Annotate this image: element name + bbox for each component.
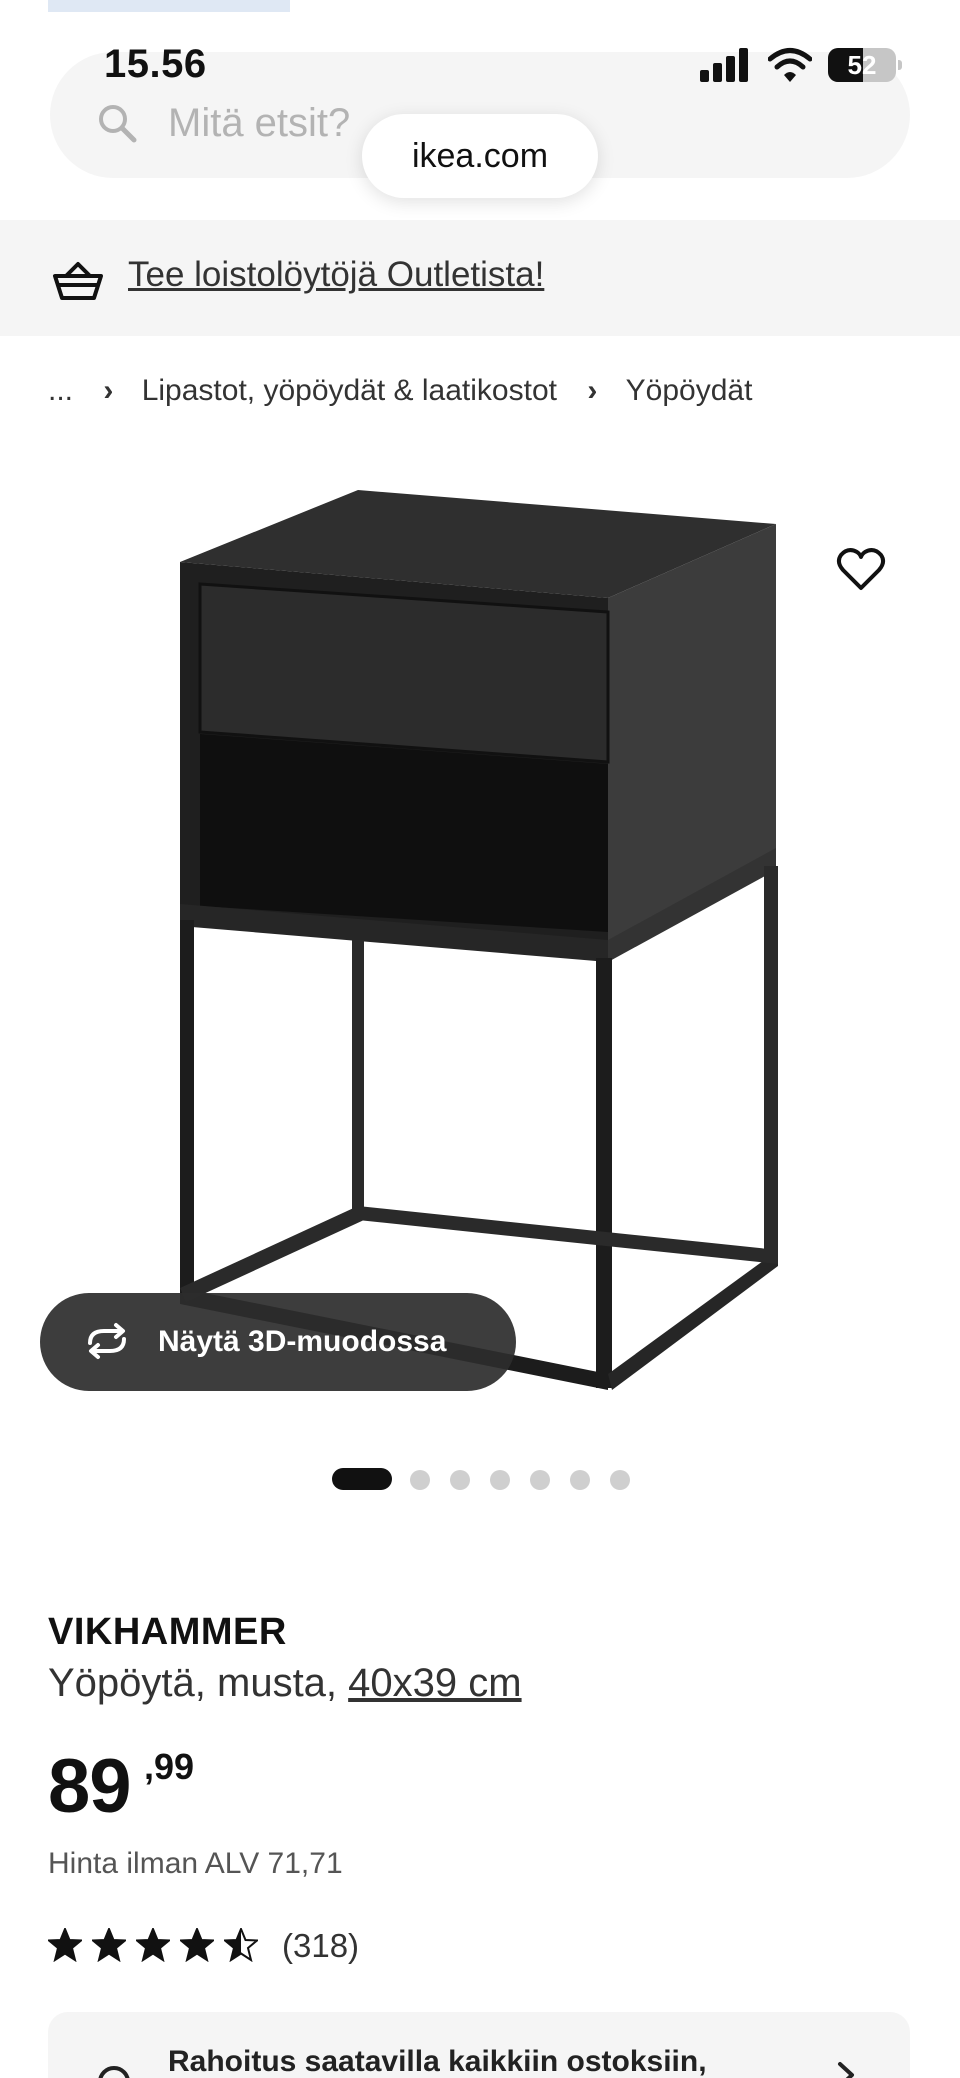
- view-3d-button[interactable]: Näytä 3D-muodossa: [40, 1293, 516, 1391]
- carousel-dot[interactable]: [610, 1470, 630, 1490]
- product-description: Yöpöytä, musta, 40x39 cm: [48, 1658, 522, 1708]
- search-icon: [99, 105, 137, 143]
- chevron-right-icon: ›: [587, 374, 598, 408]
- view-3d-label: Näytä 3D-muodossa: [158, 1325, 447, 1358]
- product-size-link[interactable]: 40x39 cm: [348, 1661, 521, 1705]
- breadcrumb-item-nightstands[interactable]: Yöpöydät: [626, 371, 753, 411]
- price-without-vat: Hinta ilman ALV 71,71: [48, 1847, 343, 1880]
- carousel-dot[interactable]: [570, 1470, 590, 1490]
- product-name: VIKHAMMER: [48, 1611, 287, 1653]
- cellular-signal-icon: [700, 48, 748, 82]
- product-rating[interactable]: (318): [48, 1924, 388, 1968]
- battery-level: 52: [847, 50, 877, 80]
- financing-banner[interactable]: Rahoitus saatavilla kaikkiin ostoksiin,: [48, 2012, 910, 2078]
- financing-text: Rahoitus saatavilla kaikkiin ostoksiin,: [168, 2045, 707, 2078]
- carousel-dot[interactable]: [410, 1470, 430, 1490]
- carousel-dot[interactable]: [530, 1470, 550, 1490]
- battery-icon: 52: [828, 48, 896, 82]
- search-input[interactable]: Mitä etsit?: [168, 98, 350, 148]
- price-decimals: ,99: [144, 1746, 195, 1787]
- review-count[interactable]: (318): [282, 1924, 359, 1968]
- chevron-right-icon: [838, 2062, 854, 2078]
- star-icon: [224, 1928, 258, 1962]
- product-image[interactable]: [160, 480, 800, 1420]
- status-time: 15.56: [104, 42, 207, 86]
- star-icon: [48, 1928, 82, 1962]
- battery-tip: [898, 60, 902, 70]
- carousel-dot-active[interactable]: [332, 1468, 392, 1490]
- financing-icon: [98, 2066, 130, 2078]
- breadcrumb: ... › Lipastot, yöpöydät & laatikostot ›…: [48, 370, 752, 411]
- outlet-promo-link[interactable]: Tee loistolöytöjä Outletista!: [128, 252, 544, 298]
- rotate-3d-icon: [88, 1323, 126, 1359]
- star-icon: [136, 1928, 170, 1962]
- breadcrumb-ellipsis[interactable]: ...: [48, 371, 73, 411]
- breadcrumb-item-dressers[interactable]: Lipastot, yöpöydät & laatikostot: [142, 371, 557, 411]
- heart-icon[interactable]: [836, 546, 886, 592]
- price-main: 89: [48, 1744, 132, 1829]
- carousel-dot[interactable]: [490, 1470, 510, 1490]
- status-icons: 52: [700, 46, 902, 86]
- tab-strip: [48, 0, 290, 12]
- carousel-dots: [332, 1468, 652, 1490]
- product-description-text: Yöpöytä, musta,: [48, 1661, 349, 1705]
- carousel-dot[interactable]: [450, 1470, 470, 1490]
- star-icon: [92, 1928, 126, 1962]
- chevron-right-icon: ›: [103, 374, 114, 408]
- star-icon: [180, 1928, 214, 1962]
- product-price: 89 ,99: [48, 1742, 194, 1832]
- basket-icon: [53, 262, 103, 300]
- wifi-icon: [768, 48, 812, 82]
- url-pill[interactable]: ikea.com: [362, 114, 598, 198]
